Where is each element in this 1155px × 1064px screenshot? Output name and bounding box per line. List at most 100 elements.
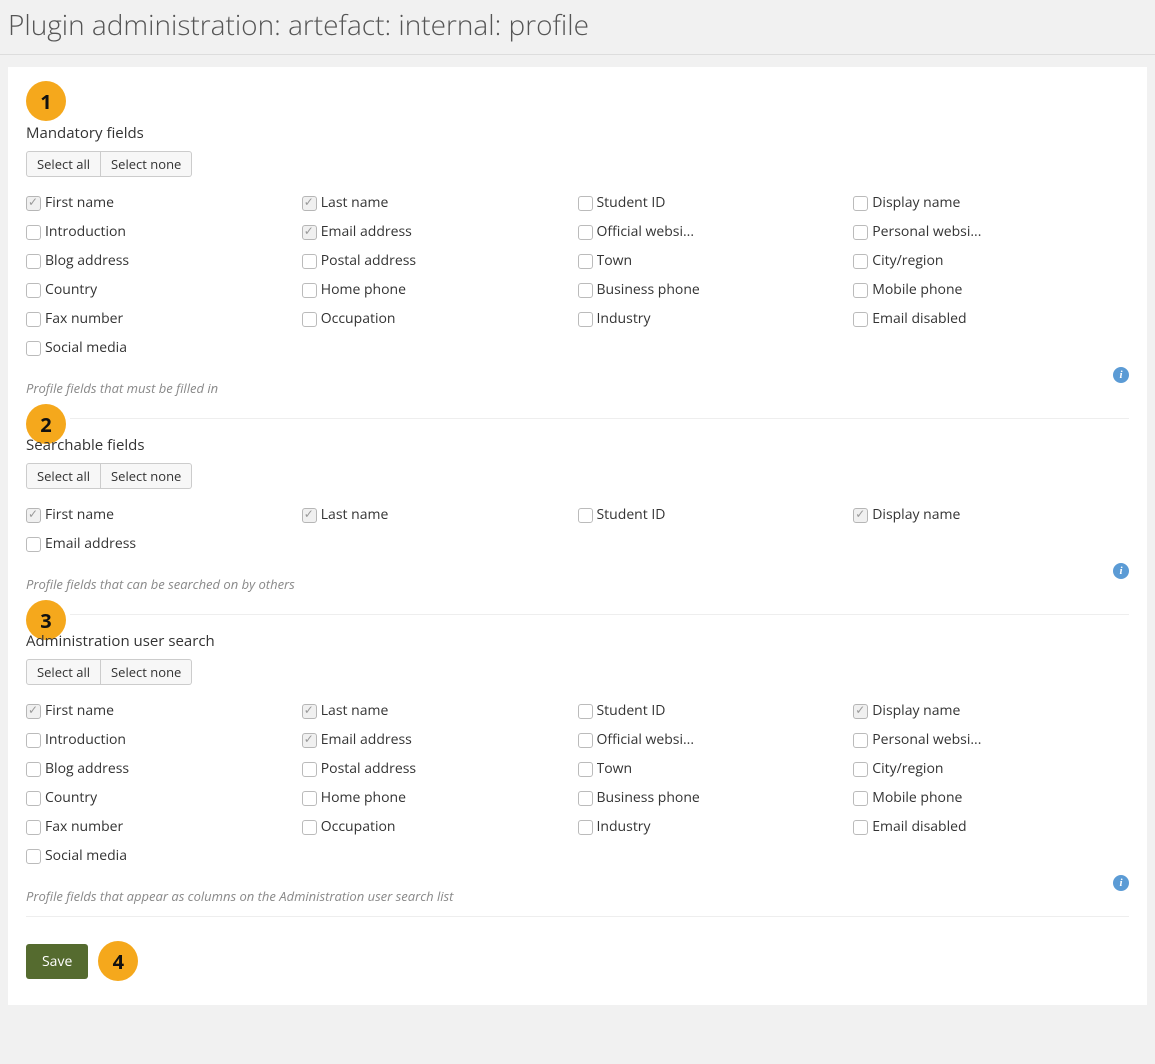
select-none-button[interactable]: Select none — [101, 463, 192, 489]
checkbox-item: Industry — [578, 815, 854, 844]
field-checkbox[interactable] — [26, 283, 41, 298]
checkbox-item: Occupation — [302, 815, 578, 844]
checkbox-item: Introduction — [26, 220, 302, 249]
field-label: First name — [45, 193, 114, 212]
field-checkbox[interactable] — [578, 312, 593, 327]
select-all-button[interactable]: Select all — [26, 463, 101, 489]
field-checkbox[interactable] — [853, 704, 868, 719]
checkbox-item: Business phone — [578, 786, 854, 815]
checkbox-item: City/region — [853, 249, 1129, 278]
field-checkbox[interactable] — [302, 225, 317, 240]
field-label: Mobile phone — [872, 788, 962, 807]
field-checkbox[interactable] — [853, 254, 868, 269]
btn-group-mandatory: Select all Select none — [26, 151, 192, 177]
field-label: Occupation — [321, 309, 396, 328]
field-label: Student ID — [597, 505, 666, 524]
field-label: Last name — [321, 505, 389, 524]
checkbox-item: Mobile phone — [853, 278, 1129, 307]
field-checkbox[interactable] — [578, 508, 593, 523]
field-checkbox[interactable] — [26, 820, 41, 835]
field-label: Country — [45, 280, 97, 299]
field-checkbox[interactable] — [578, 196, 593, 211]
field-checkbox[interactable] — [302, 733, 317, 748]
select-all-button[interactable]: Select all — [26, 151, 101, 177]
field-checkbox[interactable] — [26, 508, 41, 523]
field-checkbox[interactable] — [853, 196, 868, 211]
field-checkbox[interactable] — [302, 254, 317, 269]
checkbox-item: Official websi... — [578, 728, 854, 757]
field-checkbox[interactable] — [578, 254, 593, 269]
field-checkbox[interactable] — [302, 820, 317, 835]
checkbox-item: Email address — [302, 220, 578, 249]
info-icon[interactable]: i — [1113, 367, 1129, 383]
field-checkbox[interactable] — [26, 791, 41, 806]
field-label: Home phone — [321, 280, 406, 299]
checkbox-item: Postal address — [302, 249, 578, 278]
checkbox-item: Country — [26, 278, 302, 307]
field-checkbox[interactable] — [302, 762, 317, 777]
field-label: Introduction — [45, 222, 126, 241]
field-checkbox[interactable] — [26, 537, 41, 552]
callout-1: 1 — [26, 81, 66, 121]
field-checkbox[interactable] — [26, 254, 41, 269]
field-label: Email disabled — [872, 817, 966, 836]
field-checkbox[interactable] — [853, 820, 868, 835]
field-label: Official websi... — [597, 222, 695, 241]
field-label: Display name — [872, 701, 960, 720]
field-checkbox[interactable] — [853, 312, 868, 327]
field-label: Introduction — [45, 730, 126, 749]
field-checkbox[interactable] — [853, 791, 868, 806]
field-checkbox[interactable] — [302, 312, 317, 327]
field-checkbox[interactable] — [26, 849, 41, 864]
field-checkbox[interactable] — [26, 762, 41, 777]
select-all-button[interactable]: Select all — [26, 659, 101, 685]
field-checkbox[interactable] — [578, 733, 593, 748]
section-adminsearch: 3 Administration user search Select all … — [26, 600, 1129, 912]
field-checkbox[interactable] — [302, 283, 317, 298]
select-none-button[interactable]: Select none — [101, 659, 192, 685]
field-checkbox[interactable] — [26, 704, 41, 719]
field-checkbox[interactable] — [853, 225, 868, 240]
field-checkbox[interactable] — [853, 762, 868, 777]
field-label: Email address — [45, 534, 136, 553]
field-checkbox[interactable] — [578, 762, 593, 777]
field-label: Official websi... — [597, 730, 695, 749]
field-checkbox[interactable] — [302, 508, 317, 523]
help-searchable: Profile fields that can be searched on b… — [26, 575, 295, 593]
btn-group-searchable: Select all Select none — [26, 463, 192, 489]
page-header: Plugin administration: artefact: interna… — [0, 0, 1155, 55]
field-label: Blog address — [45, 759, 129, 778]
checkbox-item: Official websi... — [578, 220, 854, 249]
info-icon[interactable]: i — [1113, 875, 1129, 891]
select-none-button[interactable]: Select none — [101, 151, 192, 177]
field-label: Mobile phone — [872, 280, 962, 299]
field-checkbox[interactable] — [853, 508, 868, 523]
field-checkbox[interactable] — [578, 283, 593, 298]
field-label: Email address — [321, 730, 412, 749]
field-checkbox[interactable] — [26, 733, 41, 748]
field-checkbox[interactable] — [578, 791, 593, 806]
field-checkbox[interactable] — [302, 704, 317, 719]
field-label: Personal websi... — [872, 730, 981, 749]
field-checkbox[interactable] — [578, 225, 593, 240]
checkbox-item: Email disabled — [853, 815, 1129, 844]
checkbox-item: Town — [578, 757, 854, 786]
config-panel: 1 Mandatory fields Select all Select non… — [8, 67, 1147, 1005]
info-icon[interactable]: i — [1113, 563, 1129, 579]
field-checkbox[interactable] — [26, 312, 41, 327]
checkbox-item: Home phone — [302, 786, 578, 815]
field-checkbox[interactable] — [302, 791, 317, 806]
field-checkbox[interactable] — [302, 196, 317, 211]
divider — [70, 418, 1129, 419]
field-checkbox[interactable] — [853, 283, 868, 298]
field-label: Postal address — [321, 759, 416, 778]
field-checkbox[interactable] — [578, 820, 593, 835]
checkbox-item: Last name — [302, 503, 578, 532]
field-checkbox[interactable] — [26, 225, 41, 240]
field-checkbox[interactable] — [578, 704, 593, 719]
field-checkbox[interactable] — [26, 341, 41, 356]
field-checkbox[interactable] — [26, 196, 41, 211]
save-button[interactable]: Save — [26, 944, 88, 979]
field-checkbox[interactable] — [853, 733, 868, 748]
field-label: Business phone — [597, 788, 700, 807]
